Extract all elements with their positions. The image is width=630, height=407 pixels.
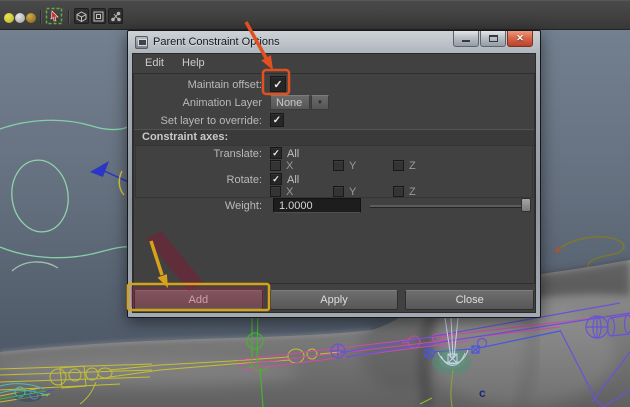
add-button[interactable]: Add (134, 290, 263, 310)
translate-all-checkbox[interactable]: ✓ (270, 147, 282, 159)
hand-wireframe-cluster (0, 383, 55, 402)
render-ball-gray-icon[interactable] (15, 13, 25, 23)
menu-edit[interactable]: Edit (142, 54, 167, 73)
translate-y-checkbox[interactable] (333, 160, 344, 171)
minimize-button[interactable] (453, 31, 479, 47)
check-icon: ✓ (272, 147, 280, 158)
chevron-down-icon: ▼ (317, 99, 323, 106)
rotate-all-label: All (287, 174, 300, 186)
status-line-toolbar (0, 0, 630, 30)
rotate-y-checkbox[interactable] (333, 186, 344, 197)
render-ball-yellow-icon[interactable] (4, 13, 14, 23)
maintain-offset-label: Maintain offset: (187, 79, 262, 91)
weight-label: Weight: (224, 200, 262, 212)
maintain-offset-checkbox[interactable]: ✓ (270, 76, 286, 92)
translate-x-label: X (286, 160, 294, 172)
rotate-all-checkbox[interactable]: ✓ (270, 173, 282, 185)
selection-highlight-tool-icon[interactable] (45, 7, 63, 25)
translate-all-label: All (287, 148, 300, 160)
snap-frame-icon[interactable] (91, 8, 106, 24)
close-action-button[interactable]: Close (405, 290, 535, 310)
translate-x-checkbox[interactable] (270, 160, 281, 171)
animation-layer-dropdown-button[interactable]: ▼ (311, 95, 329, 110)
window-icon (135, 35, 148, 49)
maximize-button[interactable] (480, 31, 506, 47)
rotate-x-checkbox[interactable] (270, 186, 281, 197)
maximize-icon (488, 35, 498, 42)
nurbs-curve-outlines (0, 119, 129, 272)
minimize-icon (462, 40, 470, 42)
check-icon: ✓ (273, 78, 283, 91)
weight-slider-track[interactable] (370, 205, 524, 208)
weight-input[interactable] (273, 198, 361, 213)
toolbar-separator (68, 10, 69, 24)
animation-layer-label: Animation Layer (182, 97, 263, 109)
rotate-x-label: X (286, 186, 294, 198)
node-graph-icon[interactable] (108, 8, 123, 24)
options-panel: Maintain offset: ✓ Animation Layer None … (133, 73, 535, 284)
yellow-rig-wireframe (0, 348, 341, 405)
menu-help[interactable]: Help (179, 54, 208, 73)
rotate-z-checkbox[interactable] (393, 186, 404, 197)
check-icon: ✓ (272, 173, 280, 184)
toolbar-separator (40, 10, 41, 24)
constraint-axes-header[interactable]: Constraint axes: (134, 129, 534, 146)
parent-constraint-options-window: Parent Constraint Options ✕ Edit Help Ma… (127, 30, 541, 318)
snap-cube-icon[interactable] (74, 8, 89, 24)
olive-rope-curve (552, 236, 625, 272)
translate-y-label: Y (349, 160, 357, 172)
animation-layer-select[interactable]: None (270, 95, 310, 110)
translate-z-label: Z (409, 160, 416, 172)
rotate-label: Rotate: (226, 174, 262, 186)
render-ball-gold-icon[interactable] (26, 13, 36, 23)
rotate-z-label: Z (409, 186, 416, 198)
set-layer-override-label: Set layer to override: (160, 115, 263, 127)
dialog-client-area: Edit Help Maintain offset: ✓ Animation L… (132, 53, 536, 313)
apply-button[interactable]: Apply (269, 290, 399, 310)
close-button[interactable]: ✕ (507, 31, 533, 47)
weight-slider-handle[interactable] (521, 198, 531, 212)
translate-label: Translate: (213, 148, 262, 160)
yellow-curve-sliver (118, 170, 125, 196)
pink-rig-wireframe (237, 313, 630, 371)
window-title: Parent Constraint Options (153, 36, 280, 48)
translate-z-checkbox[interactable] (393, 160, 404, 171)
menubar: Edit Help (133, 54, 535, 74)
check-icon: ✓ (272, 114, 282, 126)
viewport-annotation-letter: c (479, 386, 486, 400)
white-control-wireframe (432, 317, 472, 407)
rotate-y-label: Y (349, 186, 357, 198)
set-layer-override-checkbox[interactable]: ✓ (270, 113, 284, 127)
close-icon: ✕ (516, 33, 524, 43)
